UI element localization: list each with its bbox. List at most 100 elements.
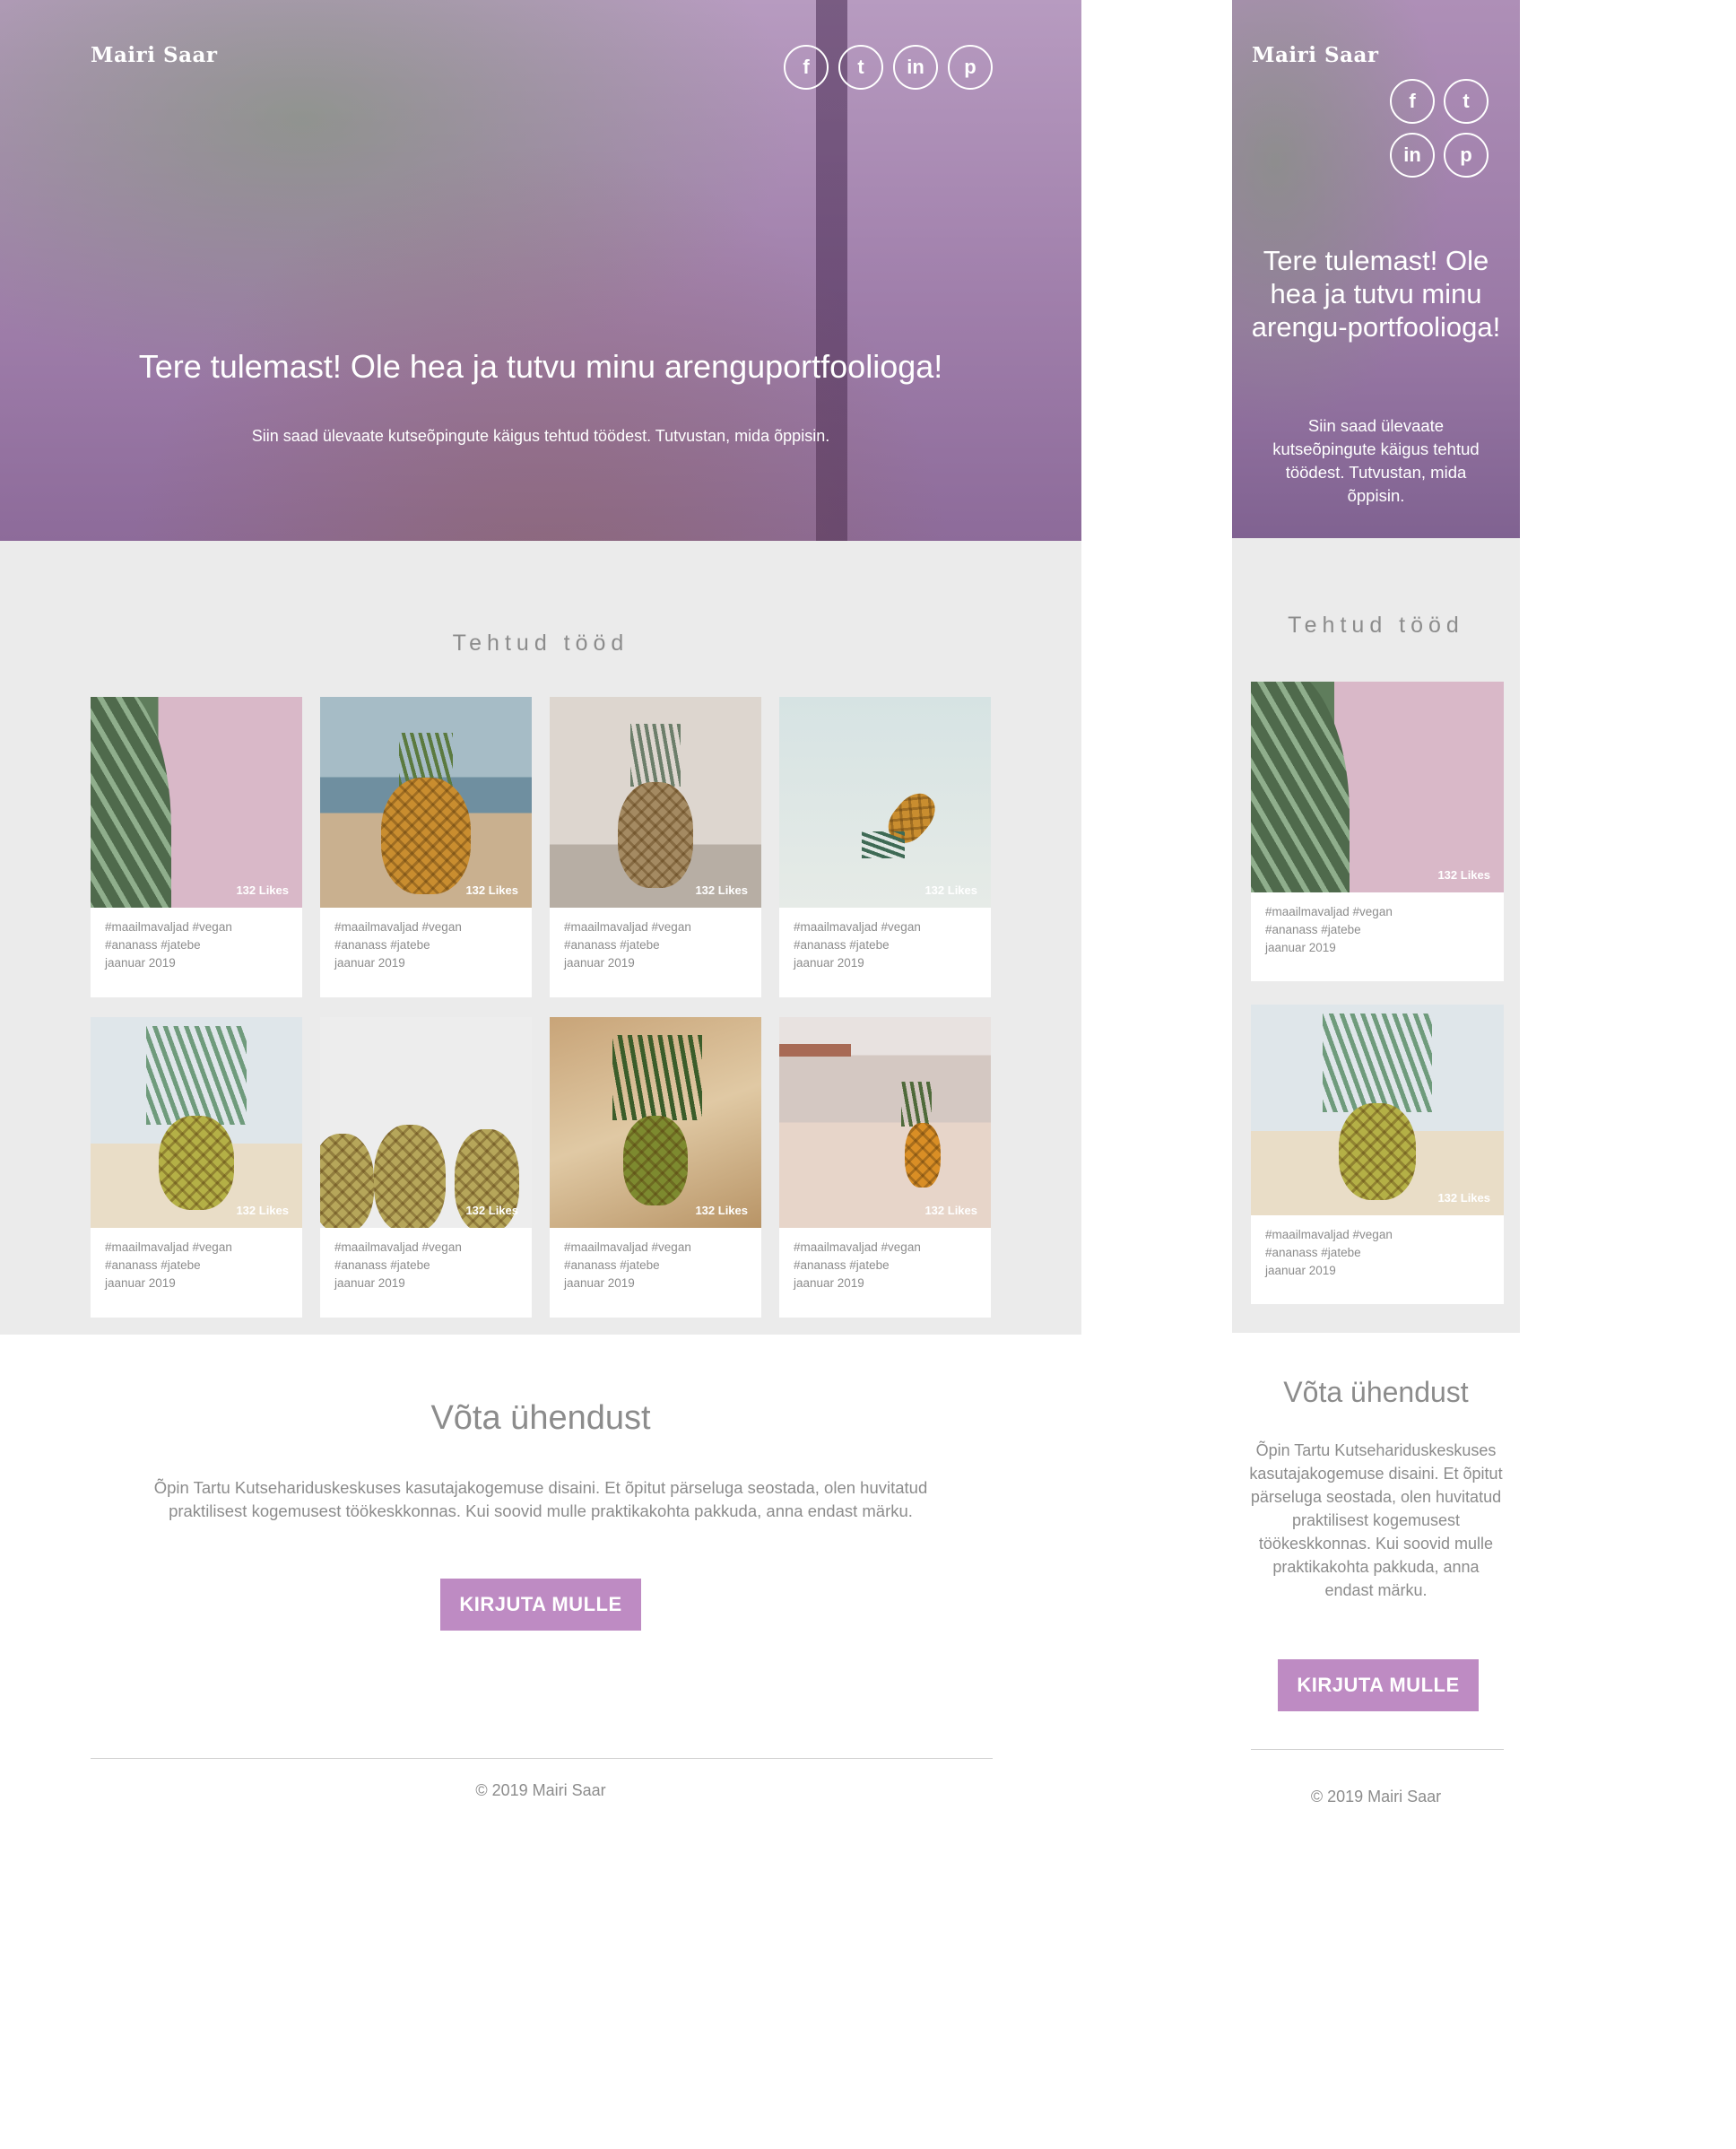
likes-count: 132 Likes <box>1437 1191 1490 1205</box>
work-card[interactable]: 132 Likes #maailmavaljad #vegan #ananass… <box>91 697 302 997</box>
work-card[interactable]: 132 Likes #maailmavaljad #vegan #ananass… <box>779 1017 991 1318</box>
work-tags: #maailmavaljad #vegan <box>564 1240 691 1254</box>
work-date: jaanuar 2019 <box>334 956 405 970</box>
contact-section: Võta ühendust Õpin Tartu Kutsehariduskes… <box>0 1335 1081 1801</box>
work-meta: #maailmavaljad #vegan #ananass #jatebe j… <box>91 1228 302 1292</box>
twitter-icon[interactable]: t <box>1444 79 1489 124</box>
hero-subtitle: Siin saad ülevaate kutseõpingute käigus … <box>251 427 830 445</box>
work-tags: #ananass #jatebe <box>105 1258 201 1272</box>
likes-count: 132 Likes <box>465 1204 518 1217</box>
work-image[interactable]: 132 Likes <box>91 697 302 908</box>
likes-count: 132 Likes <box>236 883 289 897</box>
work-date: jaanuar 2019 <box>564 956 635 970</box>
facebook-icon[interactable]: f <box>784 45 829 90</box>
work-date: jaanuar 2019 <box>334 1276 405 1290</box>
work-tags: #maailmavaljad #vegan <box>794 920 921 934</box>
contact-text: Õpin Tartu Kutsehariduskeskuses kasutaja… <box>153 1478 928 1520</box>
work-tags: #maailmavaljad #vegan <box>794 1240 921 1254</box>
work-meta: #maailmavaljad #vegan #ananass #jatebe j… <box>1251 1215 1504 1280</box>
work-tags: #maailmavaljad #vegan <box>1265 905 1393 918</box>
hero-section: Mairi Saar f t in p Tere tulemast! Ole h… <box>0 0 1081 541</box>
work-image[interactable]: 132 Likes <box>91 1017 302 1228</box>
hero-title: Tere tulemast! Ole hea ja tutvu minu are… <box>138 348 943 385</box>
works-grid: 132 Likes #maailmavaljad #vegan #ananass… <box>91 697 993 1318</box>
mobile-works-section: Tehtud tööd 132 Likes #maailmavaljad #ve… <box>1232 538 1520 1333</box>
mobile-contact-section: Võta ühendust Õpin Tartu Kutsehariduskes… <box>1232 1333 1520 1826</box>
copyright: © 2019 Mairi Saar <box>475 1781 606 1799</box>
likes-count: 132 Likes <box>236 1204 289 1217</box>
work-tags: #maailmavaljad #vegan <box>105 920 232 934</box>
likes-count: 132 Likes <box>1437 868 1490 882</box>
work-image[interactable]: 132 Likes <box>550 1017 761 1228</box>
twitter-icon[interactable]: t <box>838 45 883 90</box>
work-date: jaanuar 2019 <box>564 1276 635 1290</box>
works-title: Tehtud tööd <box>452 631 629 656</box>
likes-count: 132 Likes <box>695 1204 748 1217</box>
mobile-mockup: Mairi Saar f t in p Tere tulemast! Ole h… <box>1232 0 1520 1826</box>
work-tags: #ananass #jatebe <box>564 938 660 952</box>
work-date: jaanuar 2019 <box>794 956 864 970</box>
desktop-mockup: Mairi Saar f t in p Tere tulemast! Ole h… <box>0 0 1081 1801</box>
work-tags: #maailmavaljad #vegan <box>1265 1228 1393 1241</box>
mobile-works-title: Tehtud tööd <box>1288 613 1464 638</box>
mobile-social-links: f t in p <box>1390 79 1497 178</box>
work-image[interactable]: 132 Likes <box>779 697 991 908</box>
facebook-icon[interactable]: f <box>1390 79 1435 124</box>
work-image[interactable]: 132 Likes <box>320 697 532 908</box>
work-card[interactable]: 132 Likes #maailmavaljad #vegan #ananass… <box>91 1017 302 1318</box>
footer-divider <box>91 1758 993 1759</box>
mobile-hero-section: Mairi Saar f t in p Tere tulemast! Ole h… <box>1232 0 1520 538</box>
linkedin-icon[interactable]: in <box>1390 133 1435 178</box>
mobile-copyright: © 2019 Mairi Saar <box>1310 1788 1442 1805</box>
mobile-hero-subtitle: Siin saad ülevaate kutseõpingute käigus … <box>1272 416 1480 505</box>
likes-count: 132 Likes <box>924 1204 977 1217</box>
work-card[interactable]: 132 Likes #maailmavaljad #vegan #ananass… <box>1251 682 1504 981</box>
work-tags: #ananass #jatebe <box>334 1258 430 1272</box>
work-card[interactable]: 132 Likes #maailmavaljad #vegan #ananass… <box>320 1017 532 1318</box>
work-meta: #maailmavaljad #vegan #ananass #jatebe j… <box>550 908 761 972</box>
work-tags: #ananass #jatebe <box>794 1258 890 1272</box>
work-meta: #maailmavaljad #vegan #ananass #jatebe j… <box>1251 892 1504 957</box>
work-card[interactable]: 132 Likes #maailmavaljad #vegan #ananass… <box>1251 1005 1504 1304</box>
work-tags: #maailmavaljad #vegan <box>334 920 462 934</box>
work-date: jaanuar 2019 <box>1265 941 1336 954</box>
work-card[interactable]: 132 Likes #maailmavaljad #vegan #ananass… <box>550 697 761 997</box>
social-links: f t in p <box>784 45 993 90</box>
likes-count: 132 Likes <box>695 883 748 897</box>
write-me-button[interactable]: KIRJUTA MULLE <box>440 1579 641 1631</box>
contact-title: Võta ühendust <box>430 1399 651 1437</box>
pinterest-icon[interactable]: p <box>1444 133 1489 178</box>
work-tags: #maailmavaljad #vegan <box>105 1240 232 1254</box>
work-tags: #ananass #jatebe <box>794 938 890 952</box>
mobile-write-me-button[interactable]: KIRJUTA MULLE <box>1278 1659 1479 1711</box>
work-meta: #maailmavaljad #vegan #ananass #jatebe j… <box>91 908 302 972</box>
mobile-contact-title: Võta ühendust <box>1283 1376 1469 1408</box>
work-meta: #maailmavaljad #vegan #ananass #jatebe j… <box>320 908 532 972</box>
work-tags: #ananass #jatebe <box>1265 923 1361 936</box>
work-tags: #ananass #jatebe <box>564 1258 660 1272</box>
work-card[interactable]: 132 Likes #maailmavaljad #vegan #ananass… <box>779 697 991 997</box>
work-date: jaanuar 2019 <box>105 956 176 970</box>
work-date: jaanuar 2019 <box>794 1276 864 1290</box>
work-meta: #maailmavaljad #vegan #ananass #jatebe j… <box>779 1228 991 1292</box>
work-date: jaanuar 2019 <box>105 1276 176 1290</box>
work-meta: #maailmavaljad #vegan #ananass #jatebe j… <box>320 1228 532 1292</box>
logo[interactable]: Mairi Saar <box>91 43 218 67</box>
mobile-logo[interactable]: Mairi Saar <box>1252 43 1379 67</box>
work-date: jaanuar 2019 <box>1265 1264 1336 1277</box>
work-tags: #maailmavaljad #vegan <box>564 920 691 934</box>
likes-count: 132 Likes <box>924 883 977 897</box>
work-tags: #maailmavaljad #vegan <box>334 1240 462 1254</box>
linkedin-icon[interactable]: in <box>893 45 938 90</box>
work-card[interactable]: 132 Likes #maailmavaljad #vegan #ananass… <box>550 1017 761 1318</box>
likes-count: 132 Likes <box>465 883 518 897</box>
work-image[interactable]: 132 Likes <box>1251 682 1504 892</box>
work-image[interactable]: 132 Likes <box>550 697 761 908</box>
pinterest-icon[interactable]: p <box>948 45 993 90</box>
work-image[interactable]: 132 Likes <box>1251 1005 1504 1215</box>
mobile-contact-text: Õpin Tartu Kutsehariduskeskuses kasutaja… <box>1249 1441 1503 1599</box>
work-card[interactable]: 132 Likes #maailmavaljad #vegan #ananass… <box>320 697 532 997</box>
mobile-hero-title: Tere tulemast! Ole hea ja tutvu minu are… <box>1251 245 1501 343</box>
work-image[interactable]: 132 Likes <box>320 1017 532 1228</box>
work-image[interactable]: 132 Likes <box>779 1017 991 1228</box>
